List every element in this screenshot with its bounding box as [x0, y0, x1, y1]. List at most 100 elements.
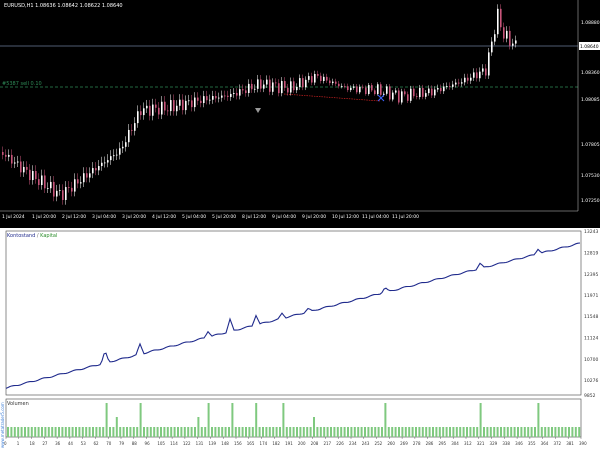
candle-body	[203, 96, 205, 104]
candle-body	[506, 30, 508, 39]
volume-bar	[194, 427, 196, 437]
balance-chart[interactable]: Kontostand / Kapital Volumen 13243 12819 1…	[0, 228, 600, 450]
candle-body	[56, 190, 58, 197]
time-tick-label: 2 Jul 12:00	[62, 214, 86, 220]
candle-body	[17, 161, 19, 163]
volume-bar	[336, 427, 339, 437]
volume-bar	[92, 427, 94, 437]
volume-bar	[530, 427, 533, 437]
time-tick-label: 11 Jul 04:00	[362, 214, 389, 220]
candle-body	[14, 162, 16, 164]
volume-bar	[554, 427, 557, 437]
volume-bar	[523, 427, 526, 437]
candle-body	[317, 74, 319, 76]
volume-bar	[282, 403, 285, 437]
candle-body	[494, 34, 496, 42]
candle-body	[296, 86, 298, 91]
volume-bar	[136, 427, 139, 437]
candle-body	[152, 104, 154, 116]
x-tick-label: 174	[260, 441, 268, 446]
volume-bar	[476, 427, 479, 437]
volume-bar	[486, 427, 489, 437]
candle-body	[338, 83, 340, 87]
volume-bar	[258, 427, 261, 437]
candle-body	[29, 169, 31, 181]
volume-bar	[306, 427, 309, 437]
candle-body	[218, 97, 220, 99]
watermark: www.metatrader5.com	[0, 402, 5, 448]
volume-bar	[268, 427, 271, 437]
x-tick-label: 70	[106, 441, 112, 446]
volume-bar	[534, 427, 536, 437]
volume-bar	[432, 427, 434, 437]
x-tick-label: 88	[132, 441, 138, 446]
candle-body	[302, 78, 304, 88]
candle-body	[362, 86, 364, 88]
candle-body	[233, 92, 235, 94]
volume-bar	[241, 427, 244, 437]
candle-body	[371, 85, 373, 91]
volume-bar	[279, 427, 281, 437]
candle-body	[104, 162, 106, 164]
candle-body	[230, 93, 232, 97]
candle-body	[485, 68, 487, 76]
volume-bar	[302, 427, 305, 437]
volume-bar	[500, 427, 502, 437]
volume-bar	[309, 427, 312, 437]
candle-body	[125, 142, 127, 147]
volume-bar	[173, 427, 176, 437]
candle-body	[245, 90, 247, 93]
candle-body	[71, 187, 73, 192]
candle-body	[107, 160, 109, 163]
balance-tick-label: 11548	[584, 314, 598, 320]
candle-body	[413, 88, 415, 97]
volume-bar	[425, 427, 428, 437]
candle-body	[146, 105, 148, 109]
candle-body	[314, 74, 316, 83]
volume-bar	[44, 427, 47, 437]
candle-body	[197, 97, 199, 101]
candle-body	[248, 83, 250, 93]
candle-body	[260, 79, 262, 89]
volume-bar	[163, 427, 166, 437]
candle-body	[326, 76, 328, 81]
price-tick-label: 1.07805	[581, 142, 600, 148]
x-tick-label: 44	[68, 441, 74, 446]
candle-body	[236, 92, 238, 96]
candle-body	[440, 87, 442, 92]
candle-body	[470, 77, 472, 81]
volume-bar	[452, 427, 455, 437]
legend-equity: Kapital	[40, 233, 57, 239]
candle-body	[221, 95, 223, 98]
candle-body	[134, 123, 136, 131]
candle-body	[158, 107, 160, 115]
candle-body	[251, 83, 253, 90]
volume-bar	[319, 427, 322, 437]
candle-body	[329, 80, 331, 84]
candle-body	[173, 100, 175, 112]
volume-bar	[285, 427, 288, 437]
volume-bar	[221, 427, 224, 437]
volume-bar	[153, 427, 156, 437]
volume-bar	[357, 427, 360, 437]
candle-body	[224, 95, 226, 97]
candle-body	[110, 156, 112, 161]
candle-body	[32, 170, 34, 181]
volume-bar	[506, 427, 509, 437]
candle-body	[161, 101, 163, 115]
candle-body	[383, 93, 385, 95]
time-tick-label: 1 Jul 20:00	[32, 214, 56, 220]
volume-bar	[411, 427, 414, 437]
candle-body	[269, 79, 271, 92]
volume-bar	[517, 427, 519, 437]
volume-bar	[374, 427, 377, 437]
x-tick-label: 131	[196, 441, 204, 446]
price-chart[interactable]: EURUSD,H1 1.08636 1.08642 1.08622 1.0864…	[0, 0, 600, 228]
candle-body	[503, 27, 505, 39]
candle-body	[341, 86, 343, 87]
time-tick-label: 10 Jul 12:00	[332, 214, 359, 220]
candle-body	[335, 81, 337, 84]
candle-body	[179, 99, 181, 106]
x-tick-label: 139	[208, 441, 216, 446]
candle-body	[44, 175, 46, 189]
